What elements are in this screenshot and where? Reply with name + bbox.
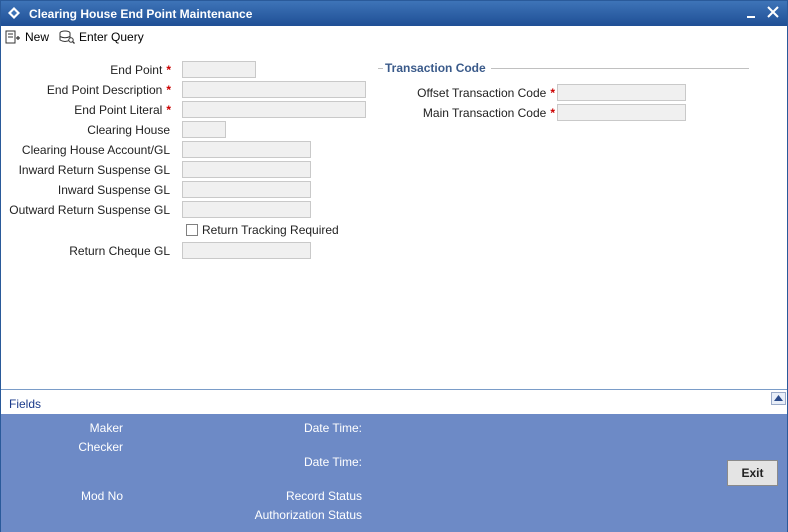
inward-return-suspense-gl-field[interactable] [182,161,311,178]
end-point-field[interactable] [182,61,256,78]
return-tracking-required-checkbox[interactable] [186,224,198,236]
end-point-literal-field[interactable] [182,101,366,118]
title-bar: Clearing House End Point Maintenance [1,1,787,26]
offset-transaction-code-label: Offset Transaction Code * [417,86,555,100]
clearing-house-account-label: Clearing House Account/GL [21,143,170,157]
end-point-description-field[interactable] [182,81,366,98]
enter-query-button[interactable]: Enter Query [59,28,144,46]
required-marker: * [166,103,171,117]
inward-return-suspense-gl-label: Inward Return Suspense GL [18,163,170,177]
exit-button[interactable]: Exit [727,460,778,486]
toolbar: New Enter Query [1,26,787,48]
required-marker: * [166,83,171,97]
mod-no-label: Mod No [80,489,123,503]
collapse-up-button[interactable] [771,392,786,405]
required-marker: * [550,106,555,120]
return-cheque-gl-field[interactable] [182,242,311,259]
clearing-house-label: Clearing House [87,123,170,137]
record-status-label: Record Status [285,489,362,503]
audit-footer: Maker Checker Mod No Date Time: Date Tim… [1,414,787,532]
main-transaction-code-label: Main Transaction Code * [422,106,555,120]
query-icon [59,30,75,44]
section-divider [378,68,383,69]
required-marker: * [166,63,171,77]
transaction-code-section-title: Transaction Code [385,61,486,75]
minimize-icon[interactable] [745,8,757,20]
maker-label: Maker [89,421,123,435]
window-title: Clearing House End Point Maintenance [29,7,253,21]
return-cheque-gl-label: Return Cheque GL [69,244,170,258]
end-point-literal-label: End Point Literal * [74,103,171,117]
maker-date-time-label: Date Time: [303,421,362,435]
authorization-status-label: Authorization Status [254,508,362,522]
fields-link[interactable]: Fields [9,397,41,411]
diamond-icon [8,7,20,19]
main-window: Clearing House End Point Maintenance New [0,0,788,532]
inward-suspense-gl-label: Inward Suspense GL [57,183,170,197]
end-point-description-label: End Point Description * [46,83,171,97]
new-button-label: New [25,30,50,44]
close-icon[interactable] [766,5,780,19]
inward-suspense-gl-field[interactable] [182,181,311,198]
clearing-house-field[interactable] [182,121,226,138]
new-button[interactable]: New [5,28,49,46]
return-tracking-required-label: Return Tracking Required [202,223,339,237]
fields-bar: Fields [1,389,787,414]
outward-return-suspense-gl-label: Outward Return Suspense GL [9,203,170,217]
required-marker: * [550,86,555,100]
offset-transaction-code-field[interactable] [557,84,686,101]
collapse-up-icon [774,395,783,401]
main-transaction-code-field[interactable] [557,104,686,121]
enter-query-button-label: Enter Query [79,30,144,44]
new-document-icon [5,30,20,44]
section-divider [491,68,749,69]
outward-return-suspense-gl-field[interactable] [182,201,311,218]
checker-label: Checker [78,440,123,454]
checker-date-time-label: Date Time: [303,455,362,469]
end-point-label: End Point * [110,63,171,77]
clearing-house-account-field[interactable] [182,141,311,158]
